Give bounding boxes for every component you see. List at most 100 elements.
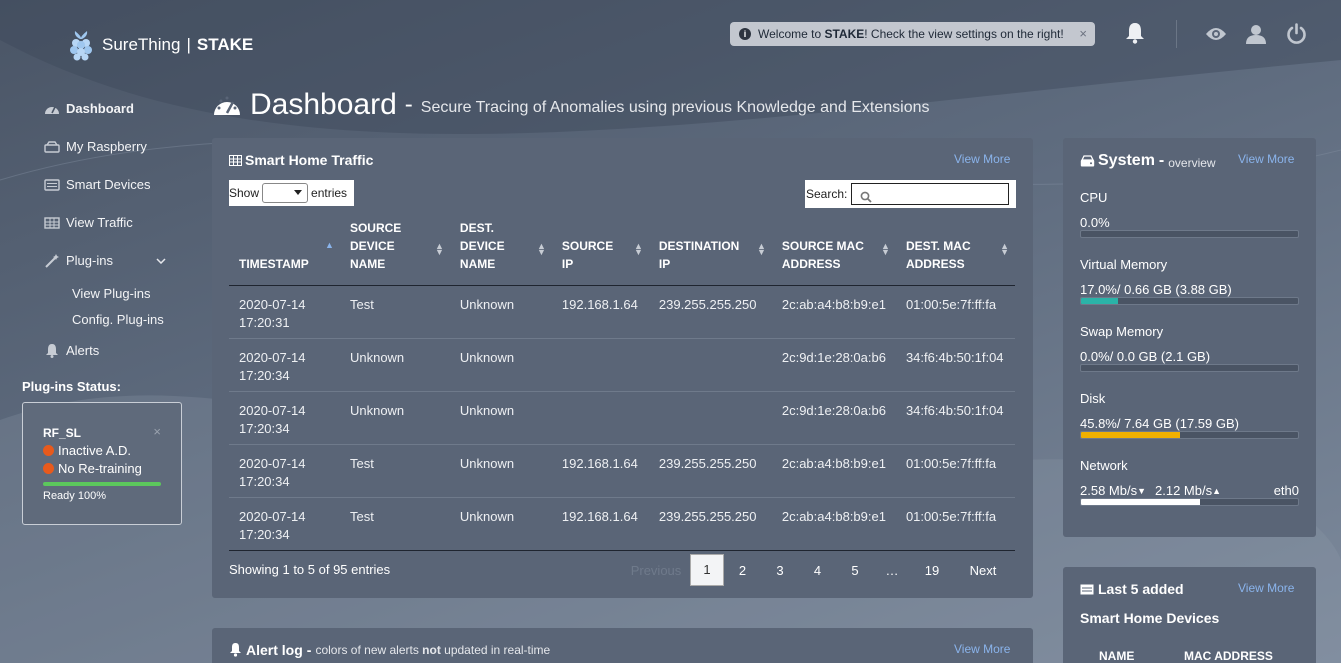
power-icon[interactable]: [1286, 23, 1307, 45]
sidebar-item-config-plug-ins[interactable]: Config. Plug-ins: [72, 312, 164, 327]
table-row[interactable]: 2020-07-14 17:20:31 Test Unknown 192.168.…: [229, 285, 1015, 339]
raspberry-icon: [70, 31, 92, 61]
pagination-previous[interactable]: Previous: [622, 563, 690, 578]
page-subtitle: Secure Tracing of Anomalies using previo…: [420, 99, 930, 116]
column-header-dest-device-name[interactable]: DEST. DEVICE NAME ▲ ▼: [449, 218, 552, 286]
column-header-source-device-name[interactable]: SOURCE DEVICE NAME ▲ ▼: [339, 218, 450, 286]
last-added-view-more-link[interactable]: View More: [1238, 581, 1294, 595]
list-icon: [44, 178, 60, 191]
pagination-page[interactable]: 2: [724, 563, 761, 578]
virtual-memory-value: 17.0%/ 0.66 GB (3.88 GB): [1080, 282, 1232, 297]
plugin-status-retraining: No Re-training: [43, 461, 142, 476]
network-upload: 2.12 Mb/s: [1155, 483, 1213, 498]
magic-wand-icon: [45, 253, 59, 268]
entries-select[interactable]: [262, 183, 309, 203]
pagination: Previous 1 2 3 4 5 … 19 Next: [622, 554, 1012, 586]
caret-down-icon: ▼: [1137, 486, 1147, 496]
sidebar-item-dashboard[interactable]: Dashboard: [44, 101, 134, 116]
table-icon: [229, 154, 242, 166]
column-header-source-mac[interactable]: SOURCE MAC ADDRESS ▲ ▼: [771, 218, 896, 286]
user-icon[interactable]: [1246, 24, 1266, 44]
network-label: Network: [1080, 458, 1128, 473]
dashboard-icon: [45, 106, 59, 114]
table-row[interactable]: 2020-07-14 17:20:34 Test Unknown 192.168.…: [229, 444, 1015, 498]
alert-log-note: colors of new alerts not updated in real…: [315, 643, 551, 657]
disk-value: 45.8%/ 7.64 GB (17.59 GB): [1080, 416, 1239, 431]
alert-log-panel: Alert log - colors of new alerts not upd…: [212, 628, 1033, 663]
disk-label: Disk: [1080, 391, 1106, 406]
bell-icon: [230, 643, 241, 657]
sort-icon: ▲ ▼: [536, 240, 546, 257]
table-info: Showing 1 to 5 of 95 entries: [229, 562, 391, 577]
chevron-down-icon[interactable]: [156, 257, 166, 264]
network-interface: eth0: [1273, 483, 1299, 498]
alert-log-title: Alert log: [246, 642, 303, 658]
network-progress-bar: [1080, 498, 1299, 506]
traffic-table: TIMESTAMP ▲ SOURCE DEVICE NAME ▲ ▼ DEST. DEVIC…: [229, 218, 1015, 551]
column-header-destination-ip[interactable]: DESTINATION IP ▲ ▼: [648, 218, 772, 286]
plugin-name: RF_SL: [43, 426, 82, 440]
column-header-source-ip[interactable]: SOURCE IP ▲ ▼: [551, 218, 649, 286]
page-title: Dashboard - Secure Tracing of Anomalies …: [212, 88, 930, 122]
sidebar-item-plug-ins[interactable]: Plug-ins: [44, 253, 166, 268]
list-icon: [1080, 584, 1094, 594]
search-input[interactable]: [851, 183, 1010, 205]
swap-memory-progress-bar: [1080, 364, 1299, 372]
column-header-timestamp[interactable]: TIMESTAMP ▲: [229, 218, 340, 286]
brand-logo[interactable]: SureThing | STAKE: [68, 28, 253, 62]
pagination-page[interactable]: 5: [836, 563, 874, 578]
pagination-page[interactable]: 1: [690, 554, 724, 586]
hdd-icon: [44, 140, 60, 153]
traffic-title: Smart Home Traffic: [245, 152, 374, 168]
close-icon[interactable]: ×: [153, 424, 161, 439]
sort-asc-icon: ▲: [325, 239, 334, 250]
column-header-name: NAME: [1099, 649, 1135, 663]
table-row[interactable]: 2020-07-14 17:20:34 Unknown Unknown 2c:9d…: [229, 338, 1015, 392]
bell-icon[interactable]: [1125, 22, 1145, 44]
close-welcome-icon[interactable]: ×: [1079, 26, 1087, 41]
product-name: STAKE: [196, 35, 254, 54]
alert-log-view-more-link[interactable]: View More: [954, 642, 1010, 656]
pagination-page[interactable]: 19: [910, 563, 954, 578]
info-icon: i: [739, 28, 751, 40]
last-added-subtitle: Smart Home Devices: [1080, 610, 1220, 626]
sidebar-item-smart-devices[interactable]: Smart Devices: [44, 177, 151, 192]
eye-icon[interactable]: [1205, 26, 1227, 42]
status-dot-icon: [43, 445, 54, 456]
hdd-icon: [1080, 154, 1095, 166]
column-header-mac-address: MAC ADDRESS: [1184, 649, 1273, 663]
dashboard-icon: [214, 96, 240, 115]
search-icon: [860, 191, 872, 203]
network-values: 2.58 Mb/s ▼ 2.12 Mb/s ▲ eth0: [1080, 483, 1299, 498]
cpu-label: CPU: [1080, 190, 1108, 205]
system-panel: System - overview View More CPU 0.0% Vir…: [1063, 138, 1316, 537]
last-added-title: Last 5 added: [1098, 581, 1184, 597]
sort-icon: ▲ ▼: [435, 240, 444, 257]
column-header-dest-mac[interactable]: DEST. MAC ADDRESS ▲ ▼: [895, 218, 1015, 286]
sidebar-item-alerts[interactable]: Alerts: [44, 343, 99, 358]
pagination-next[interactable]: Next: [954, 563, 1012, 578]
traffic-view-more-link[interactable]: View More: [954, 152, 1010, 166]
bell-icon: [46, 343, 58, 358]
swap-memory-value: 0.0%/ 0.0 GB (2.1 GB): [1080, 349, 1211, 364]
sort-icon: ▲ ▼: [1000, 240, 1009, 257]
system-subtitle: overview: [1168, 155, 1216, 170]
system-view-more-link[interactable]: View More: [1238, 152, 1294, 166]
sort-icon: ▲ ▼: [881, 240, 890, 257]
sidebar-item-my-raspberry[interactable]: My Raspberry: [44, 139, 147, 154]
plugins-status-title: Plug-ins Status:: [22, 379, 121, 394]
brand-name: SureThing: [102, 35, 181, 54]
table-row[interactable]: 2020-07-14 17:20:34 Unknown Unknown 2c:9d…: [229, 391, 1015, 445]
virtual-memory-progress-bar: [1080, 297, 1299, 305]
plugin-status-card: RF_SL × Inactive A.D. No Re-training Rea…: [22, 402, 182, 525]
sidebar-item-view-plug-ins[interactable]: View Plug-ins: [72, 286, 151, 301]
pagination-page[interactable]: 4: [799, 563, 836, 578]
table-search: Search:: [805, 180, 1016, 208]
sidebar-item-view-traffic[interactable]: View Traffic: [44, 215, 133, 230]
table-row[interactable]: 2020-07-14 17:20:34 Test Unknown 192.168.…: [229, 497, 1015, 551]
sort-icon: ▲ ▼: [756, 240, 766, 257]
virtual-memory-label: Virtual Memory: [1080, 257, 1168, 272]
traffic-panel: Smart Home Traffic View More Show entrie…: [212, 138, 1033, 598]
status-dot-icon: [43, 463, 54, 474]
pagination-page[interactable]: 3: [761, 563, 799, 578]
